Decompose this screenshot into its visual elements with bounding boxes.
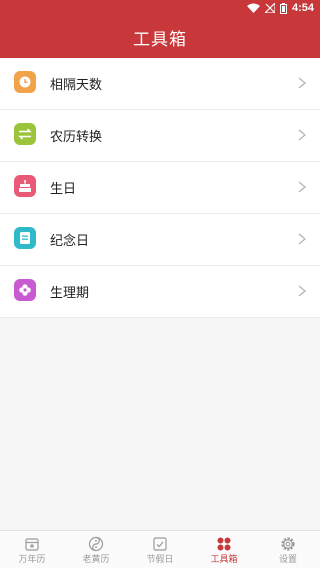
tool-item-anniversary[interactable]: 纪念日 — [0, 214, 320, 266]
bottom-tab-bar: 万年历 老黄历 节假日 工具箱 设置 — [0, 530, 320, 568]
wifi-icon — [246, 3, 260, 13]
page-title: 工具箱 — [133, 29, 187, 50]
tab-almanac[interactable]: 老黄历 — [64, 531, 128, 568]
flower-icon — [14, 279, 36, 301]
tool-item-period[interactable]: 生理期 — [0, 266, 320, 318]
app-header: 工具箱 — [0, 16, 320, 58]
tool-item-lunar-convert[interactable]: 农历转换 — [0, 110, 320, 162]
chevron-right-icon — [298, 285, 307, 297]
chevron-right-icon — [298, 129, 307, 141]
tab-settings[interactable]: 设置 — [256, 531, 320, 568]
toolbox-icon — [215, 535, 233, 553]
tab-perpetual-calendar[interactable]: 万年历 — [0, 531, 64, 568]
no-signal-icon — [264, 3, 275, 13]
tool-item-label: 相隔天数 — [50, 78, 103, 93]
status-time: 4:54 — [291, 2, 314, 14]
tab-label: 工具箱 — [210, 555, 238, 565]
chevron-right-icon — [298, 77, 307, 89]
tab-label: 节假日 — [146, 555, 174, 565]
clock-icon — [14, 71, 36, 93]
tool-item-days-between[interactable]: 相隔天数 — [0, 58, 320, 110]
chevron-right-icon — [298, 181, 307, 193]
note-icon — [14, 227, 36, 249]
tab-holidays[interactable]: 节假日 — [128, 531, 192, 568]
gear-icon — [279, 535, 297, 553]
holiday-check-icon — [151, 535, 169, 553]
tool-item-label: 纪念日 — [50, 234, 90, 249]
tab-label: 设置 — [278, 555, 297, 565]
tool-item-label: 生日 — [50, 182, 77, 197]
cake-icon — [14, 175, 36, 197]
tab-label: 万年历 — [18, 555, 46, 565]
status-bar: 4:54 — [0, 0, 320, 16]
chevron-right-icon — [298, 233, 307, 245]
yinyang-icon — [87, 535, 105, 553]
calendar-icon — [23, 535, 41, 553]
status-icons: 4:54 — [246, 1, 314, 15]
tool-item-label: 生理期 — [50, 286, 90, 301]
tab-toolbox[interactable]: 工具箱 — [192, 531, 256, 568]
tool-item-label: 农历转换 — [50, 130, 103, 145]
tool-item-birthday[interactable]: 生日 — [0, 162, 320, 214]
swap-arrows-icon — [14, 123, 36, 145]
battery-icon — [279, 2, 287, 14]
tab-label: 老黄历 — [82, 555, 110, 565]
tool-list: 相隔天数 农历转换 生日 纪念日 生理期 — [0, 58, 320, 318]
